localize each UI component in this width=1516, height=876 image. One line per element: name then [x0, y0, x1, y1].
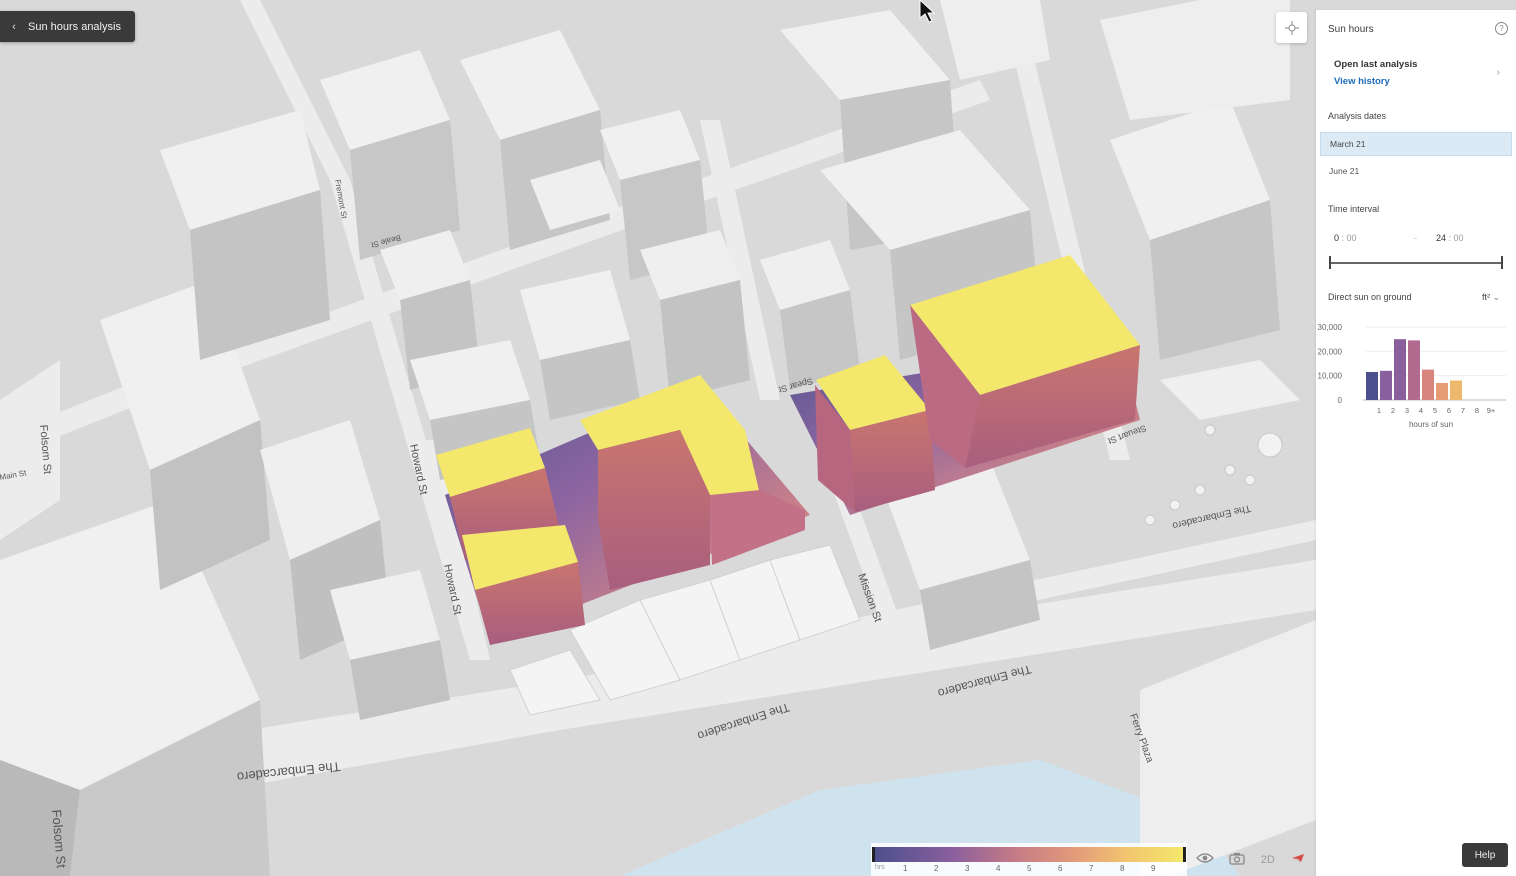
legend-tick: 7: [1089, 864, 1094, 873]
x-tick-label: 9+: [1487, 406, 1496, 415]
open-last-analysis-card[interactable]: Open last analysis View history ›: [1324, 52, 1508, 90]
legend-tick: 3: [965, 864, 970, 873]
histogram-bar: [1366, 372, 1378, 400]
histogram-bar: [1450, 380, 1462, 400]
histogram-bar: [1380, 370, 1392, 400]
time-end-input[interactable]: 24 : 00: [1436, 233, 1464, 243]
help-button[interactable]: Help: [1462, 843, 1508, 867]
legend-ticks: hrs 1 2 3 4 5 6 7 8 9: [871, 845, 1186, 873]
time-slider-track[interactable]: [1329, 262, 1503, 264]
chevron-down-icon: ⌄: [1492, 292, 1500, 302]
compass-icon[interactable]: [1290, 853, 1306, 866]
x-tick-label: 6: [1447, 406, 1451, 415]
analysis-dates-label: Analysis dates: [1328, 111, 1387, 121]
time-end-hours: 24: [1436, 233, 1447, 243]
back-button[interactable]: ‹ Sun hours analysis: [0, 11, 135, 42]
unit-dropdown[interactable]: ft² ⌄: [1482, 292, 1500, 303]
eye-icon[interactable]: [1195, 852, 1214, 867]
x-tick-label: 1: [1377, 406, 1381, 415]
legend-tick: 8: [1120, 864, 1125, 873]
y-tick-label: 30,000: [1318, 323, 1343, 332]
unit-label: ft²: [1481, 292, 1490, 302]
histogram-bar: [1394, 339, 1406, 400]
date-option-selected[interactable]: March 21: [1320, 132, 1512, 156]
time-slider-start-handle[interactable]: [1329, 256, 1331, 269]
direct-sun-label: Direct sun on ground: [1328, 292, 1412, 302]
time-start-minutes: : 00: [1341, 233, 1357, 243]
legend-tick: 1: [903, 864, 908, 873]
legend-tick: 6: [1058, 864, 1063, 873]
time-end-minutes: : 00: [1448, 233, 1464, 243]
x-axis-label: hours of sun: [1409, 420, 1453, 429]
date-option[interactable]: June 21: [1320, 159, 1512, 183]
time-start-hours: 0: [1334, 233, 1340, 243]
x-tick-label: 3: [1405, 406, 1409, 415]
time-slider-end-handle[interactable]: [1501, 256, 1503, 269]
locate-button[interactable]: [1276, 12, 1307, 43]
crosshair-icon: [1284, 20, 1299, 35]
x-tick-label: 7: [1461, 406, 1465, 415]
back-button-label: Sun hours analysis: [28, 20, 121, 33]
bottom-toolbar: 2D: [1188, 843, 1314, 876]
legend-tick: hrs: [875, 864, 885, 871]
time-separator: -: [1414, 233, 1417, 243]
open-last-analysis-heading: Open last analysis: [1334, 59, 1418, 70]
city-3d-map[interactable]: Howard St Howard St Mission St Folsom St…: [0, 0, 1516, 876]
y-tick-label: 0: [1338, 396, 1343, 405]
histogram-bar: [1436, 382, 1448, 400]
y-tick-label: 20,000: [1318, 347, 1343, 356]
2d-toggle-button[interactable]: 2D: [1261, 854, 1275, 866]
question-icon[interactable]: ?: [1495, 22, 1508, 35]
histogram-bar: [1422, 369, 1434, 400]
sun-hours-histogram: 30,000 20,000 10,000 0 1 2 3 4 5 6 7 8 9+ hours of su…: [1318, 323, 1506, 429]
x-tick-label: 5: [1433, 406, 1437, 415]
chevron-left-icon: ‹: [12, 20, 16, 33]
y-tick-label: 10,000: [1318, 372, 1343, 381]
x-tick-label: 8: [1475, 406, 1479, 415]
legend-tick: 5: [1027, 864, 1032, 873]
x-tick-label: 4: [1419, 406, 1423, 415]
view-history-link[interactable]: View history: [1334, 76, 1390, 87]
histogram-bar: [1408, 340, 1420, 400]
chevron-right-icon: ›: [1496, 67, 1500, 78]
panel-title: Sun hours: [1328, 24, 1374, 35]
legend-tick: 4: [996, 864, 1001, 873]
time-interval-label: Time interval: [1328, 204, 1380, 214]
legend-tick: 2: [934, 864, 939, 873]
time-start-input[interactable]: 0 : 00: [1334, 233, 1357, 243]
camera-icon[interactable]: [1229, 852, 1245, 868]
x-tick-label: 2: [1391, 406, 1395, 415]
sun-hours-panel: Sun hours ? Open last analysis View hist…: [1316, 10, 1516, 876]
legend-tick: 9: [1151, 864, 1156, 873]
